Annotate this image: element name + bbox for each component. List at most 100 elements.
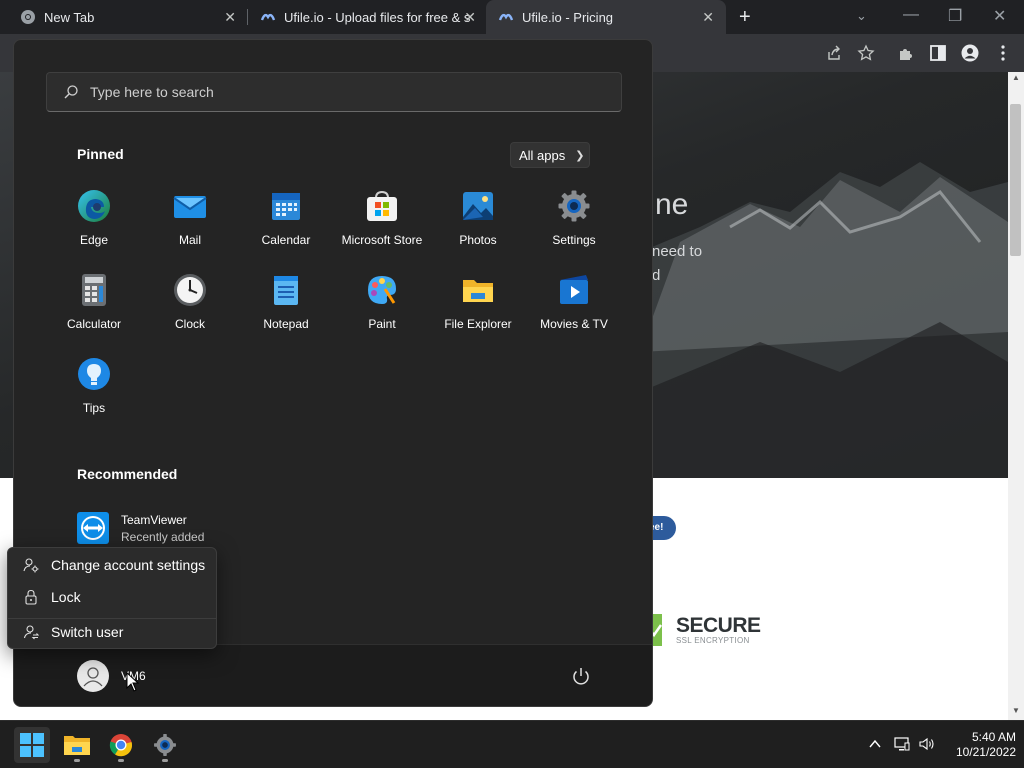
clock-date: 10/21/2022 bbox=[955, 745, 1016, 759]
tab-ufile-pricing[interactable]: Ufile.io - Pricing ✕ bbox=[486, 0, 726, 34]
menu-item-label: Lock bbox=[51, 589, 81, 605]
bookmark-star-icon[interactable] bbox=[857, 44, 875, 62]
windows-logo-icon bbox=[20, 733, 44, 757]
taskbar-chrome[interactable] bbox=[103, 727, 139, 763]
menu-item-lock[interactable]: Lock bbox=[12, 582, 212, 612]
account-flyout-menu: Change account settings Lock Switch user bbox=[7, 547, 217, 649]
app-label: Movies & TV bbox=[540, 317, 608, 331]
tab-new-tab[interactable]: New Tab ✕ bbox=[0, 0, 246, 34]
pinned-app-photos[interactable]: Photos bbox=[430, 180, 526, 258]
clock-icon bbox=[174, 274, 206, 306]
app-label: Edge bbox=[79, 233, 109, 247]
movies-icon bbox=[560, 275, 588, 304]
store-icon bbox=[367, 190, 397, 221]
taskbar-settings[interactable] bbox=[147, 727, 183, 763]
mountain-background-image bbox=[640, 162, 1008, 478]
app-label: Calculator bbox=[66, 317, 122, 331]
menu-item-switch-user[interactable]: Switch user bbox=[12, 617, 212, 647]
ssl-label: SSL ENCRYPTION bbox=[676, 635, 750, 645]
tab-title: New Tab bbox=[44, 9, 95, 25]
volume-icon[interactable] bbox=[919, 736, 935, 752]
pinned-heading: Pinned bbox=[77, 146, 124, 162]
switch-user-icon bbox=[23, 625, 39, 640]
ufile-icon bbox=[260, 13, 276, 21]
app-label: Notepad bbox=[263, 317, 309, 331]
new-tab-button[interactable]: + bbox=[739, 6, 751, 29]
scroll-up-arrow-icon[interactable]: ▲ bbox=[1012, 73, 1020, 82]
profile-icon[interactable] bbox=[961, 44, 979, 62]
power-icon[interactable] bbox=[570, 666, 592, 688]
chevron-up-icon[interactable] bbox=[867, 736, 883, 752]
search-icon bbox=[64, 85, 78, 99]
search-input[interactable] bbox=[90, 84, 590, 100]
pinned-app-file-explorer[interactable]: File Explorer bbox=[430, 264, 526, 342]
taskbar-file-explorer[interactable] bbox=[59, 727, 95, 763]
recommended-heading: Recommended bbox=[77, 466, 178, 482]
pinned-app-tips[interactable]: Tips bbox=[46, 348, 142, 426]
minimize-button[interactable]: — bbox=[903, 6, 919, 24]
chrome-icon bbox=[109, 734, 133, 757]
tips-icon bbox=[78, 358, 110, 390]
running-indicator bbox=[74, 759, 80, 762]
recommended-item-teamviewer[interactable]: TeamViewer Recently added bbox=[70, 506, 330, 550]
pinned-app-calendar[interactable]: Calendar bbox=[238, 180, 334, 258]
running-indicator bbox=[162, 759, 168, 762]
calendar-icon bbox=[272, 193, 300, 220]
settings-icon bbox=[558, 190, 590, 222]
photos-icon bbox=[463, 192, 493, 220]
app-label: Microsoft Store bbox=[341, 233, 423, 247]
menu-item-change-account-settings[interactable]: Change account settings bbox=[12, 550, 212, 580]
pinned-app-mail[interactable]: Mail bbox=[142, 180, 238, 258]
close-tab-icon[interactable]: ✕ bbox=[464, 9, 476, 26]
ufile-icon bbox=[498, 13, 514, 21]
tab-search-chevron-icon[interactable]: ⌄ bbox=[856, 8, 867, 24]
pinned-app-microsoft-store[interactable]: Microsoft Store bbox=[334, 180, 430, 258]
settings-icon bbox=[154, 734, 176, 756]
start-search-box[interactable] bbox=[46, 72, 622, 112]
calculator-icon bbox=[82, 274, 106, 306]
folder-icon bbox=[463, 280, 493, 302]
share-icon[interactable] bbox=[825, 44, 843, 62]
all-apps-button[interactable]: All apps ❯ bbox=[510, 142, 590, 168]
pinned-app-notepad[interactable]: Notepad bbox=[238, 264, 334, 342]
recommended-item-text: TeamViewer Recently added bbox=[121, 513, 204, 544]
taskbar: 5:40 AM 10/21/2022 bbox=[0, 720, 1024, 768]
all-apps-label: All apps bbox=[519, 147, 566, 163]
chrome-icon bbox=[21, 10, 35, 24]
hero-text: need to bbox=[652, 243, 703, 260]
pinned-app-movies-tv[interactable]: Movies & TV bbox=[526, 264, 622, 342]
app-label: Settings bbox=[552, 233, 596, 247]
pinned-app-settings[interactable]: Settings bbox=[526, 180, 622, 258]
tab-ufile-upload[interactable]: Ufile.io - Upload files for free & s ✕ bbox=[248, 0, 484, 34]
account-settings-icon bbox=[23, 558, 39, 573]
folder-icon bbox=[64, 736, 90, 755]
teamviewer-icon bbox=[77, 512, 109, 544]
notepad-icon bbox=[274, 276, 298, 305]
taskbar-clock[interactable]: 5:40 AM 10/21/2022 bbox=[944, 730, 1016, 760]
pinned-app-edge[interactable]: Edge bbox=[46, 180, 142, 258]
edge-icon bbox=[78, 190, 110, 222]
chrome-menu-icon[interactable] bbox=[994, 44, 1012, 62]
pinned-app-calculator[interactable]: Calculator bbox=[46, 264, 142, 342]
network-icon[interactable] bbox=[894, 736, 910, 752]
pinned-app-paint[interactable]: Paint bbox=[334, 264, 430, 342]
start-button[interactable] bbox=[14, 727, 50, 763]
paint-icon bbox=[368, 276, 396, 304]
pinned-app-clock[interactable]: Clock bbox=[142, 264, 238, 342]
running-indicator bbox=[118, 759, 124, 762]
user-account-button[interactable] bbox=[77, 660, 109, 692]
app-label: Clock bbox=[174, 317, 205, 331]
close-window-button[interactable]: ✕ bbox=[993, 6, 1006, 26]
scroll-down-arrow-icon[interactable]: ▼ bbox=[1012, 706, 1020, 715]
tab-title: Ufile.io - Upload files for free & s bbox=[284, 9, 471, 25]
side-panel-icon[interactable] bbox=[929, 44, 947, 62]
app-label: File Explorer bbox=[444, 317, 512, 331]
close-tab-icon[interactable]: ✕ bbox=[702, 9, 714, 26]
ssl-secure-badge: SECURE SSL ENCRYPTION bbox=[648, 612, 761, 648]
lock-icon bbox=[25, 589, 37, 605]
close-tab-icon[interactable]: ✕ bbox=[224, 9, 236, 26]
extensions-icon[interactable] bbox=[897, 44, 915, 62]
browser-tab-strip: New Tab ✕ Ufile.io - Upload files for fr… bbox=[0, 0, 1024, 34]
restore-button[interactable]: ❐ bbox=[948, 6, 962, 26]
scrollbar-thumb[interactable] bbox=[1010, 104, 1021, 256]
